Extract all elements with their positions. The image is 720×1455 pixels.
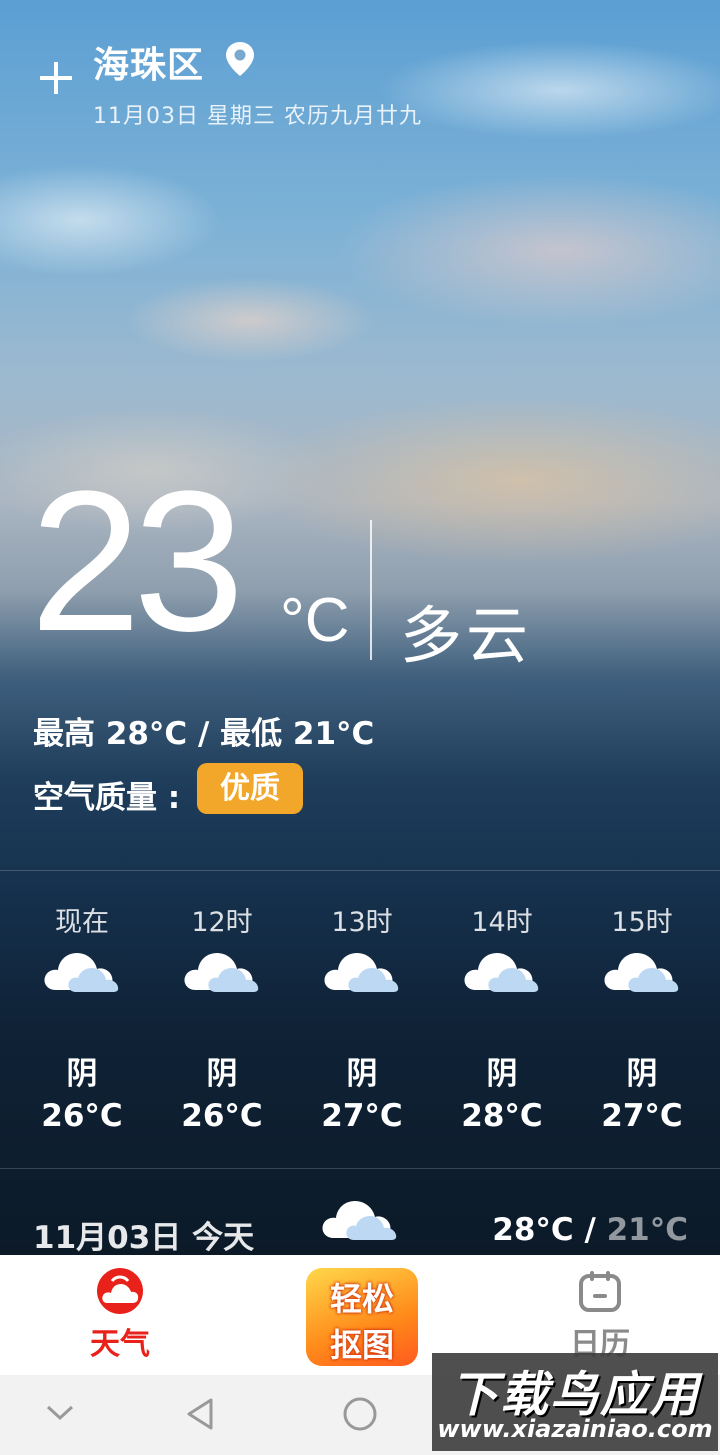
daily-low: 21°C (606, 1212, 688, 1248)
hourly-time: 14时 (471, 907, 533, 938)
hourly-weather: 阴 (66, 1056, 98, 1092)
air-quality-badge[interactable]: 优质 (197, 763, 303, 814)
date-line: 11月03日 星期三 农历九月廿九 (93, 104, 422, 129)
tab-weather-label: 天气 (90, 1327, 150, 1362)
chevron-down-icon[interactable] (44, 1403, 76, 1423)
calendar-icon (579, 1271, 621, 1312)
add-city-button[interactable] (38, 60, 74, 96)
weather-tab-icon (97, 1268, 143, 1314)
hourly-temperature: 27°C (321, 1098, 403, 1134)
hourly-item: 14时阴 28°C (432, 900, 572, 1140)
back-icon[interactable] (185, 1397, 215, 1431)
hourly-temperature: 28°C (461, 1098, 543, 1134)
promo-line2: 抠图 (329, 1326, 394, 1364)
cloud-icon (322, 940, 404, 1000)
hourly-temperature: 26°C (41, 1098, 123, 1134)
hourly-weather: 阴 (486, 1056, 518, 1092)
cloud-icon (182, 940, 264, 1000)
section-divider (0, 870, 720, 871)
hourly-time: 12时 (191, 907, 253, 938)
section-divider (0, 1168, 720, 1169)
watermark-logo: 下载鸟应用 www.xiazainiao.com (432, 1353, 718, 1451)
home-icon[interactable] (342, 1396, 378, 1432)
hourly-item: 现在阴 26°C (12, 900, 152, 1140)
hourly-time: 13时 (331, 907, 393, 938)
hourly-time: 现在 (55, 907, 109, 938)
hourly-temperature: 27°C (601, 1098, 683, 1134)
tab-weather[interactable]: 天气 (0, 1255, 240, 1375)
current-condition: 多云 (400, 599, 533, 672)
high-low-temperature: 最高 28°C / 最低 21°C (33, 716, 375, 752)
hourly-time: 15时 (611, 907, 673, 938)
city-name[interactable]: 海珠区 (93, 36, 204, 88)
hourly-weather: 阴 (626, 1056, 658, 1092)
temperature-unit: °C (280, 586, 350, 655)
cloud-icon (42, 940, 124, 1000)
hourly-temperature: 26°C (181, 1098, 263, 1134)
promo-line1: 轻松 (329, 1280, 394, 1318)
daily-separator: / (573, 1212, 607, 1248)
cloud-icon (602, 940, 684, 1000)
daily-high: 28°C (492, 1212, 574, 1248)
hourly-item: 15时阴 27°C (572, 900, 712, 1140)
air-quality-label: 空气质量 : (33, 780, 181, 816)
cloud-icon (462, 940, 544, 1000)
daily-temperature: 28°C / 21°C (492, 1212, 688, 1248)
hourly-weather: 阴 (206, 1056, 238, 1092)
hourly-weather: 阴 (346, 1056, 378, 1092)
watermark-url: www.xiazainiao.com (437, 1415, 713, 1443)
cloud-icon (322, 1201, 397, 1240)
divider (370, 520, 372, 660)
hourly-item: 13时阴 27°C (292, 900, 432, 1140)
current-temperature: 23 (30, 450, 244, 673)
daily-date: 11月03日 今天 (33, 1220, 255, 1256)
promo-cutout-button[interactable]: 轻松 抠图 (300, 1262, 424, 1370)
hourly-item: 12时阴 26°C (152, 900, 292, 1140)
map-pin-icon[interactable] (224, 40, 256, 78)
